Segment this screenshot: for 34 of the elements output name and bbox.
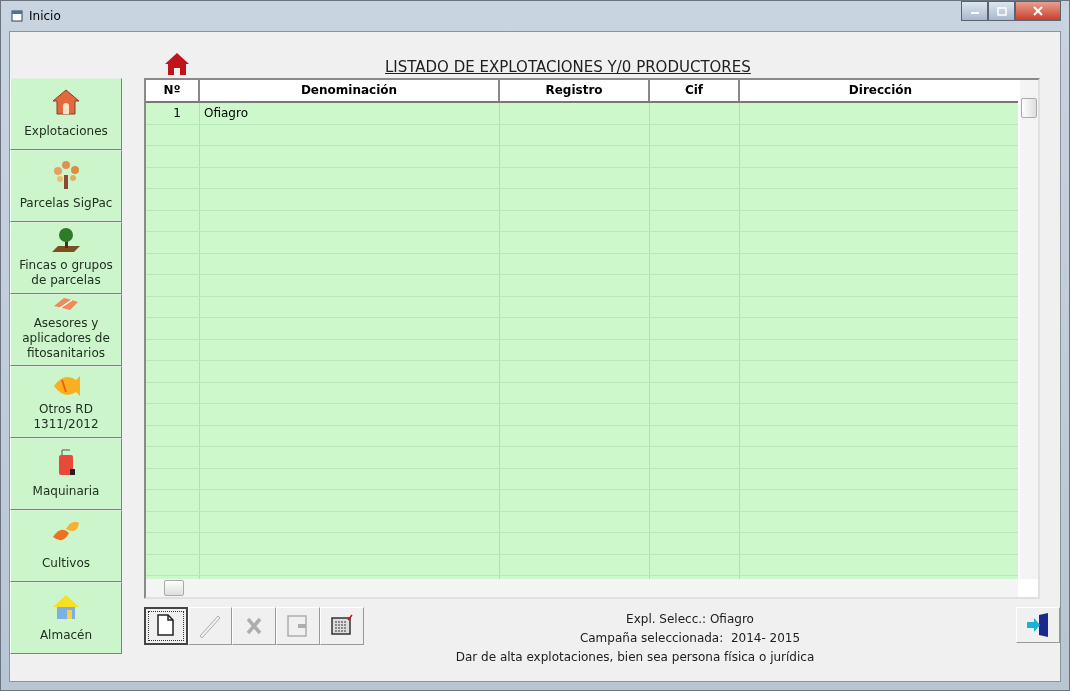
close-button[interactable]	[1015, 1, 1061, 21]
sidebar-item[interactable]: Explotaciones	[10, 78, 122, 150]
column-header[interactable]: Registro	[500, 80, 650, 101]
column-header[interactable]: Nº	[146, 80, 200, 101]
table-cell: 1	[173, 106, 181, 120]
sidebar-item[interactable]: Otros RD 1311/2012	[10, 366, 122, 438]
sidebar-item[interactable]: Cultivos	[10, 510, 122, 582]
sidebar-item[interactable]: Fincas o grupos de parcelas	[10, 222, 122, 294]
calculator-button[interactable]	[320, 607, 364, 645]
door-arrow-icon	[1025, 612, 1051, 638]
list-heading: LISTADO DE EXPLOTACIONES Y/0 PRODUCTORES	[385, 58, 751, 76]
sidebar-item[interactable]: Asesores y aplicadores de fitosanitarios	[10, 294, 122, 366]
maximize-button[interactable]	[988, 1, 1015, 21]
window-title: Inicio	[29, 9, 61, 23]
new-button[interactable]	[144, 607, 188, 645]
status-text: Dar de alta explotaciones, bien sea persona física o jurídica	[455, 649, 815, 666]
column-header[interactable]: Denominación	[200, 80, 500, 101]
exit-button[interactable]	[1016, 607, 1060, 643]
window-icon	[11, 10, 23, 22]
status-text: Campaña seleccionada: 2014- 2015	[579, 630, 801, 647]
minimize-button[interactable]	[961, 1, 988, 21]
table-cell: Ofiagro	[204, 106, 248, 120]
column-header[interactable]: Cif	[650, 80, 740, 101]
house-icon	[51, 87, 81, 118]
tree-icon	[51, 159, 81, 190]
sidebar-item[interactable]: Parcelas SigPac	[10, 150, 122, 222]
maximize-icon	[996, 6, 1007, 16]
sidebar-item[interactable]: Almacén	[10, 582, 122, 654]
horizontal-scrollbar[interactable]	[146, 579, 1018, 597]
status-text: Expl. Selecc.: Ofiagro	[626, 611, 754, 628]
close-icon	[1032, 6, 1044, 16]
sidebar-item[interactable]: Maquinaria	[10, 438, 122, 510]
vertical-scrollbar[interactable]	[1020, 80, 1038, 579]
home-icon[interactable]	[164, 52, 190, 76]
